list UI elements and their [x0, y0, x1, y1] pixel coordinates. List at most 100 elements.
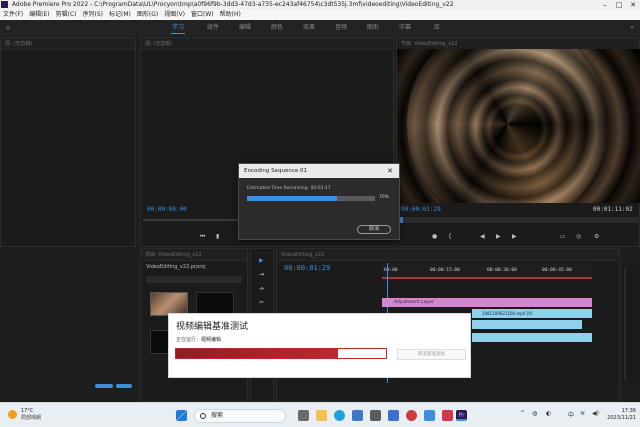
workspace-tab-captions[interactable]: 字幕	[390, 20, 420, 36]
play-icon[interactable]: ▶	[496, 233, 501, 240]
menu-window[interactable]: 窗口(W)	[188, 10, 217, 20]
workspace-tab-learning[interactable]: 学习	[163, 20, 193, 36]
clock-time: 17:36	[621, 408, 636, 414]
menu-edit[interactable]: 编辑(E)	[26, 10, 52, 20]
clip-label: 1081109621166.mp4 [V]	[482, 311, 533, 316]
encoding-dialog: Encoding Sequence 01 ✕ Estimated Time Re…	[238, 163, 400, 240]
volume-icon[interactable]: ◀)	[592, 410, 599, 417]
minimize-icon[interactable]: –	[598, 0, 612, 10]
settings-icon[interactable]: ⚙	[594, 233, 599, 240]
window-title: Adobe Premiere Pro 2022 - C:\ProgramData…	[11, 1, 454, 8]
zoom-slider-handle[interactable]	[116, 384, 132, 388]
project-file-name: VideoEditing_v22.prproj	[146, 264, 206, 270]
app-icon[interactable]	[424, 410, 435, 421]
benchmark-dialog: 视频编辑基准测试 正在运行：视频编辑 取消基准测试	[168, 313, 471, 378]
benchmark-progress-bar	[175, 348, 387, 359]
mark-out-icon[interactable]: {	[448, 233, 452, 240]
step-back-icon[interactable]: ◀	[480, 233, 485, 240]
source-scrubber[interactable]	[143, 219, 239, 221]
home-icon[interactable]: ⌂	[6, 20, 10, 36]
export-frame-icon[interactable]: ◎	[576, 233, 581, 240]
mark-in-icon[interactable]: ●	[432, 233, 437, 240]
wifi-icon[interactable]: ≋	[580, 410, 585, 417]
audio-clip[interactable]	[472, 333, 592, 342]
menu-clip[interactable]: 剪辑(C)	[53, 10, 80, 20]
workspace-tab-color[interactable]: 颜色	[262, 20, 292, 36]
weather-description: 局部晴朗	[21, 415, 42, 421]
panel-header: 源: (无剪辑)	[1, 38, 135, 50]
ripple-edit-icon[interactable]: ⟛	[259, 285, 264, 293]
program-scrubber[interactable]	[400, 217, 638, 223]
taskbar: 17°C 局部晴朗 搜索 Pr ^ ◍ ◐ 中 ≋ ◀) 17:36 2023/…	[0, 402, 640, 427]
workspace-tab-editing[interactable]: 编辑	[230, 20, 260, 36]
menu-file[interactable]: 文件(F)	[0, 10, 26, 20]
program-timecode-right: 00:01:11:02	[593, 206, 633, 213]
video-clip[interactable]	[472, 320, 582, 329]
adjustment-layer-clip[interactable]: Adjustment Layer	[382, 298, 592, 307]
video-clip[interactable]: 1081109621166.mp4 [V]	[472, 309, 592, 318]
menu-bar: 文件(F) 编辑(E) 剪辑(C) 序列(S) 标记(M) 图形(G) 视图(V) 窗口(W)…	[0, 10, 640, 20]
benchmark-title: 视频编辑基准测试	[176, 322, 249, 332]
weather-temperature: 17°C	[21, 408, 34, 414]
app-icon[interactable]	[370, 410, 381, 421]
workspace-tab-libraries[interactable]: 库	[422, 20, 452, 36]
app-icon[interactable]	[442, 410, 453, 421]
menu-view[interactable]: 视图(V)	[161, 10, 188, 20]
menu-marker[interactable]: 标记(M)	[106, 10, 134, 20]
ime-indicator[interactable]: 中	[568, 410, 574, 419]
razor-tool-icon[interactable]: ✂	[259, 299, 264, 306]
timeline-ruler[interactable]: 00:00 00:00:15:00 00:00:30:00 00:00:45:0…	[382, 263, 592, 281]
workspace-tab-graphics[interactable]: 图形	[358, 20, 388, 36]
encoding-progress-fill	[247, 196, 337, 201]
store-icon[interactable]	[352, 410, 363, 421]
premiere-taskbar-icon[interactable]: Pr	[456, 410, 467, 421]
zoom-slider-handle[interactable]	[95, 384, 113, 388]
workspace-tab-effects[interactable]: 效果	[294, 20, 324, 36]
selection-tool-icon[interactable]: ▶	[259, 257, 264, 264]
show-hidden-icons-icon[interactable]: ^	[520, 410, 525, 417]
audio-meters	[622, 264, 640, 384]
source-mark-icon[interactable]: ▮	[216, 233, 219, 240]
edge-browser-icon[interactable]	[334, 410, 345, 421]
task-view-icon[interactable]	[298, 410, 309, 421]
clock-date: 2023/11/21	[607, 415, 636, 421]
menu-sequence[interactable]: 序列(S)	[80, 10, 107, 20]
taskbar-search-box[interactable]: 搜索	[194, 409, 286, 423]
ruler-label: 00:00:15:00	[430, 268, 460, 273]
more-workspaces-icon[interactable]: »	[630, 20, 634, 36]
lift-icon[interactable]: ▭	[560, 233, 566, 240]
title-bar: Adobe Premiere Pro 2022 - C:\ProgramData…	[0, 0, 640, 10]
program-playhead[interactable]	[400, 217, 403, 223]
video-highlight	[407, 49, 607, 203]
track-select-icon[interactable]: ⇥	[259, 271, 264, 278]
render-bar	[382, 277, 592, 279]
app-icon[interactable]	[406, 410, 417, 421]
workspace-tab-assembly[interactable]: 组件	[198, 20, 228, 36]
project-search-input[interactable]	[146, 276, 242, 283]
menu-graphics[interactable]: 图形(G)	[134, 10, 161, 20]
encoding-cancel-button[interactable]: 取消	[357, 225, 391, 234]
close-icon[interactable]: ✕	[626, 0, 640, 10]
source-transport-icon[interactable]: ⏮	[200, 233, 205, 241]
menu-help[interactable]: 帮助(H)	[217, 10, 244, 20]
encoding-progress-percent: 70%	[379, 195, 390, 200]
cancel-benchmark-button[interactable]: 取消基准测试	[397, 349, 466, 360]
file-explorer-icon[interactable]	[316, 410, 327, 421]
tray-app-icon[interactable]: ◍	[532, 410, 537, 417]
encoding-progress-bar	[247, 196, 375, 201]
maximize-icon[interactable]: □	[612, 0, 626, 10]
search-placeholder: 搜索	[211, 412, 224, 419]
app-icon[interactable]	[388, 410, 399, 421]
tray-app-icon[interactable]: ◐	[546, 410, 551, 417]
close-icon[interactable]: ✕	[387, 164, 393, 178]
effect-controls-panel: 源: (无剪辑)	[0, 37, 136, 247]
ruler-label: 00:00:45:00	[542, 268, 572, 273]
start-menu-icon[interactable]	[176, 410, 187, 421]
step-forward-icon[interactable]: ▶	[512, 233, 517, 240]
panel-header: VideoEditing_v22	[277, 249, 619, 261]
program-video-frame	[397, 49, 640, 203]
status-label: 正在运行：	[176, 337, 202, 343]
system-clock[interactable]: 17:36 2023/11/21	[604, 408, 636, 422]
premiere-app-icon	[1, 1, 8, 8]
workspace-tab-audio[interactable]: 音频	[326, 20, 356, 36]
